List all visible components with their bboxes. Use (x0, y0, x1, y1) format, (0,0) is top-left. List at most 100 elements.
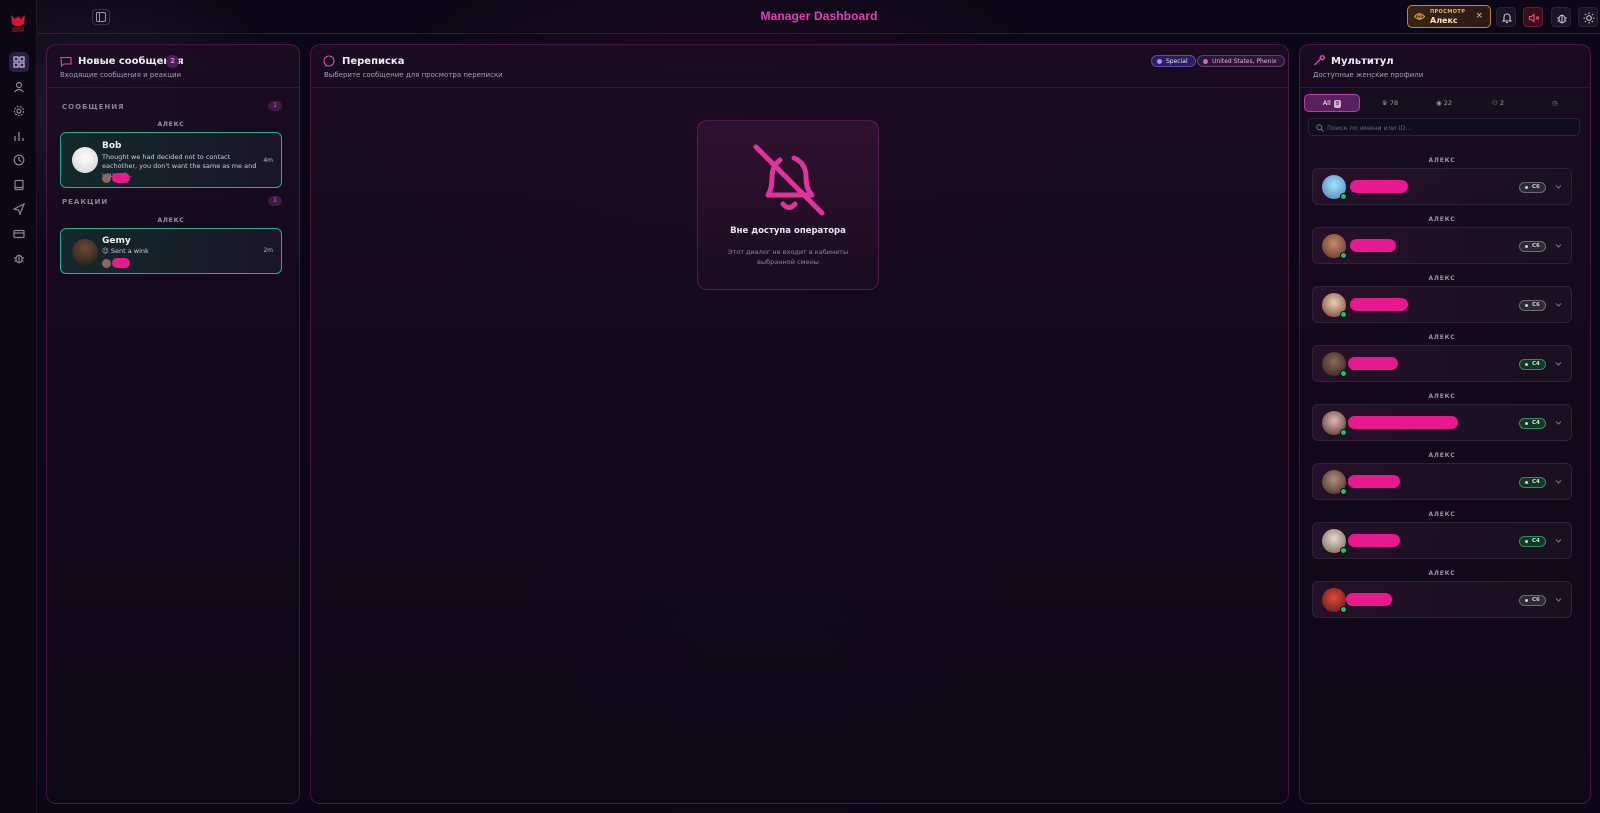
tier-badge: C6 (1519, 241, 1546, 252)
bell-icon (1501, 13, 1513, 24)
online-indicator (1340, 252, 1347, 259)
viewing-as-chip[interactable]: ПРОСМОТР Алекс × (1407, 5, 1491, 28)
book-icon (14, 179, 24, 191)
group-label: АЛЕКС (1428, 334, 1456, 341)
special-label: Special (1166, 58, 1188, 65)
location-badge[interactable]: United States, Phenix (1197, 55, 1285, 67)
unread-count-badge: 2 (166, 55, 179, 68)
message-item-bob[interactable]: Bob Thought we had decided not to contac… (60, 132, 282, 188)
panel-toggle-icon (96, 12, 106, 22)
rail-dashboard[interactable] (9, 52, 29, 72)
avatar (72, 147, 98, 173)
redacted-name (1348, 416, 1458, 429)
sound-toggle-button[interactable] (1523, 7, 1543, 27)
rail-users[interactable] (9, 77, 29, 97)
dot-icon: ◉ (1435, 99, 1442, 107)
online-indicator (1340, 488, 1347, 495)
tab-crown[interactable]: ♛ 78 (1364, 94, 1416, 112)
panel-subtitle: Доступные женские профили (1313, 71, 1424, 79)
message-item-gemy[interactable]: Gemy 😉 Sent a wink 2m (60, 228, 282, 274)
group-label: АЛЕКС (157, 217, 185, 224)
redacted-name (1348, 475, 1400, 488)
tab-all[interactable]: All 8 (1304, 94, 1360, 112)
tab-label: All (1322, 99, 1331, 107)
chevron-down-icon[interactable] (1554, 182, 1563, 191)
profile-row[interactable]: C6 (1312, 581, 1572, 618)
rail-billing[interactable] (9, 224, 29, 244)
send-icon (13, 203, 25, 215)
profile-row[interactable]: C6 (1312, 227, 1572, 264)
tab-new-users[interactable]: ⚇ 2 (1472, 94, 1524, 112)
group-label: АЛЕКС (157, 121, 185, 128)
profile-row[interactable]: C4 (1312, 404, 1572, 441)
chevron-down-icon[interactable] (1554, 536, 1563, 545)
panel-subtitle: Входящие сообщения и реакции (60, 71, 182, 79)
chevron-down-icon[interactable] (1554, 241, 1563, 250)
close-icon[interactable]: × (1475, 11, 1483, 21)
special-badge[interactable]: Special (1151, 55, 1196, 67)
tier-badge: C4 (1519, 477, 1546, 488)
rail-book[interactable] (9, 175, 29, 195)
panel-header: Переписка Выберите сообщение для просмот… (311, 45, 1288, 88)
redacted-name (1348, 357, 1398, 370)
profile-row[interactable]: C4 (1312, 522, 1572, 559)
chevron-down-icon[interactable] (1554, 595, 1563, 604)
rail-history[interactable] (9, 150, 29, 170)
rail-debug[interactable] (9, 248, 29, 268)
sender-name: Gemy (102, 236, 131, 246)
left-rail (0, 0, 37, 813)
message-preview: 😉 Sent a wink (102, 247, 149, 255)
sender-name: Bob (102, 141, 122, 151)
chevron-down-icon[interactable] (1554, 300, 1563, 309)
rail-send[interactable] (9, 199, 29, 219)
sound-off-icon (1528, 13, 1540, 23)
rail-stats[interactable] (9, 126, 29, 146)
profile-row[interactable]: C6 (1312, 168, 1572, 205)
app-logo[interactable] (9, 12, 27, 34)
profile-avatar (102, 174, 111, 183)
bug-icon (1557, 14, 1567, 24)
online-indicator (1340, 311, 1347, 318)
new-messages-panel: Новые сообщения 2 Входящие сообщения и р… (46, 44, 300, 804)
online-indicator (1340, 370, 1347, 377)
empty-state-text: Этот диалог не входит в кабинеты выбранн… (727, 248, 849, 266)
notifications-button[interactable] (1496, 7, 1516, 27)
chevron-down-icon[interactable] (1554, 359, 1563, 368)
online-indicator (1340, 429, 1347, 436)
panel-header: Мультитул Доступные женские профили (1300, 45, 1590, 88)
dashboard-icon (13, 56, 25, 68)
wrench-icon (1314, 55, 1326, 66)
sparkle-icon (1157, 59, 1162, 64)
sun-icon (1583, 12, 1595, 24)
profile-avatar (102, 259, 111, 268)
user-plus-icon: ⚇ (1491, 99, 1498, 107)
sidebar-toggle-button[interactable] (92, 9, 110, 25)
profile-row[interactable]: C6 (1312, 286, 1572, 323)
tab-active[interactable]: ◉ 22 (1418, 94, 1470, 112)
message-time: 4m (263, 157, 273, 164)
chevron-down-icon[interactable] (1554, 477, 1563, 486)
online-indicator (1340, 606, 1347, 613)
search-icon (1316, 124, 1324, 132)
profile-search[interactable] (1308, 118, 1580, 136)
debug-button[interactable] (1551, 7, 1571, 27)
panel-title: Мультитул (1331, 56, 1394, 67)
search-input[interactable] (1327, 121, 1567, 134)
multitool-panel: Мультитул Доступные женские профили All 8… (1299, 44, 1591, 804)
empty-state-title: Вне доступа оператора (730, 226, 846, 236)
group-label: АЛЕКС (1428, 393, 1456, 400)
tab-label: 2 (1499, 99, 1505, 107)
redacted-name (112, 258, 130, 268)
rail-settings[interactable] (9, 101, 29, 121)
theme-toggle-button[interactable] (1578, 7, 1598, 27)
chevron-down-icon[interactable] (1554, 418, 1563, 427)
location-label: United States, Phenix (1212, 58, 1277, 65)
redacted-name (112, 173, 130, 183)
profile-row[interactable]: C4 (1312, 463, 1572, 500)
tab-recent[interactable]: ◷ (1528, 94, 1582, 112)
profile-row[interactable]: C4 (1312, 345, 1572, 382)
bug-icon (14, 254, 24, 264)
redacted-name (1350, 239, 1396, 252)
redacted-name (1350, 298, 1408, 311)
section-count: 1 (268, 101, 282, 111)
